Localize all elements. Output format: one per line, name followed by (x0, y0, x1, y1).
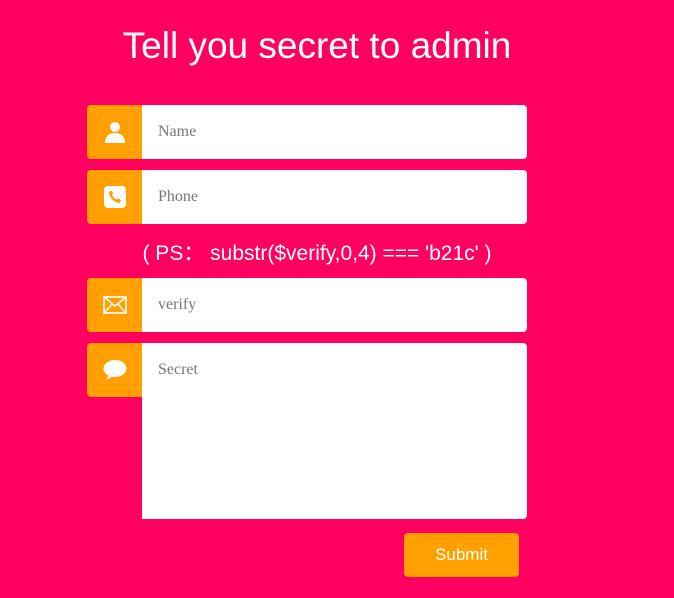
user-icon (87, 105, 142, 159)
chat-bubble-icon (87, 343, 142, 397)
name-input[interactable] (142, 105, 527, 159)
phone-row (87, 170, 527, 224)
secret-row (87, 343, 527, 519)
page-title: Tell you secret to admin (122, 25, 512, 66)
secret-textarea[interactable] (142, 343, 527, 519)
verify-row (87, 278, 527, 332)
submit-button[interactable]: Submit (404, 533, 519, 577)
name-row (87, 105, 527, 159)
envelope-icon (87, 278, 142, 332)
verify-input[interactable] (142, 278, 527, 332)
phone-input[interactable] (142, 170, 527, 224)
phone-icon (87, 170, 142, 224)
verify-hint: ( PS： substr($verify,0,4) === 'b21c' ) (142, 242, 492, 265)
